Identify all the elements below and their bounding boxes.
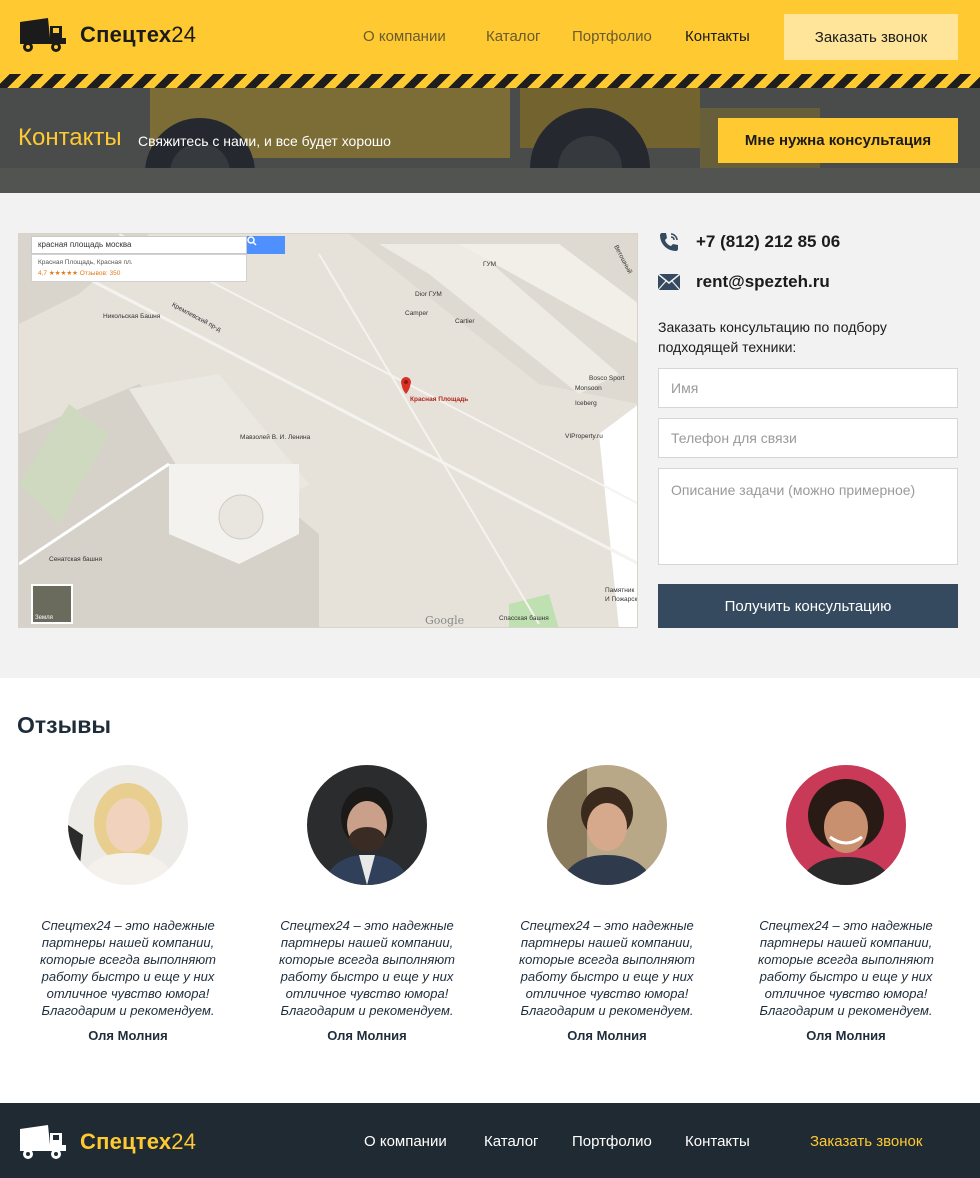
review-author: Оля Молния bbox=[806, 1028, 886, 1043]
map-label-nikolskaya: Никольская Башня bbox=[103, 313, 161, 320]
review-text: Спецтех24 – это надежные партнеры нашей … bbox=[758, 918, 934, 1018]
search-icon bbox=[247, 236, 257, 246]
hero-banner: Контакты Свяжитесь с нами, и все будет х… bbox=[0, 88, 980, 193]
map-label-minin: И Пожарск bbox=[605, 596, 638, 603]
page-title: Контакты bbox=[18, 124, 122, 151]
map-label-red-square: Красная Площадь bbox=[410, 396, 469, 403]
page-subtitle: Свяжитесь с нами, и все будет хорошо bbox=[138, 133, 391, 149]
dump-truck-icon bbox=[20, 18, 66, 52]
avatar bbox=[547, 765, 667, 885]
google-logo: Google bbox=[425, 614, 465, 627]
hazard-stripe bbox=[0, 74, 980, 88]
map-label-iceberg: Iceberg bbox=[575, 400, 597, 407]
need-consultation-button[interactable]: Мне нужна консультация bbox=[718, 118, 958, 163]
site-footer: Спецтех24 О компании Каталог Портфолио К… bbox=[0, 1103, 980, 1178]
map-label-bosco: Bosco Sport bbox=[589, 375, 625, 382]
email-row: rent@spezteh.ru bbox=[658, 272, 830, 292]
review-author: Оля Молния bbox=[567, 1028, 647, 1043]
task-description-input[interactable] bbox=[658, 468, 958, 565]
avatar bbox=[307, 765, 427, 885]
map-label-camper: Camper bbox=[405, 310, 429, 317]
map-search-input[interactable]: красная площадь москва bbox=[31, 236, 247, 254]
logo[interactable]: Спецтех24 bbox=[18, 16, 196, 54]
avatar bbox=[786, 765, 906, 885]
email-address[interactable]: rent@spezteh.ru bbox=[696, 272, 830, 292]
get-consultation-button[interactable]: Получить консультацию bbox=[658, 584, 958, 628]
name-input[interactable] bbox=[658, 368, 958, 408]
phone-input[interactable] bbox=[658, 418, 958, 458]
footer-brand-name: Спецтех24 bbox=[80, 1129, 197, 1154]
review-text: Спецтех24 – это надежные партнеры нашей … bbox=[279, 918, 455, 1018]
mail-icon bbox=[658, 274, 680, 290]
footer-logo[interactable]: Спецтех24 bbox=[18, 1123, 196, 1161]
order-call-button[interactable]: Заказать звонок bbox=[784, 14, 958, 60]
phone-number[interactable]: +7 (812) 212 85 06 bbox=[696, 232, 840, 252]
nav-about[interactable]: О компании bbox=[363, 28, 446, 45]
map-search-button[interactable] bbox=[247, 236, 285, 254]
site-header: Спецтех24 О компании Каталог Портфолио К… bbox=[0, 0, 980, 74]
footer-order-call-link[interactable]: Заказать звонок bbox=[810, 1133, 922, 1150]
map-satellite-toggle[interactable]: Земля bbox=[31, 584, 73, 624]
avatar bbox=[68, 765, 188, 885]
map-label-dior: Dior ГУМ bbox=[415, 291, 442, 298]
nav-portfolio[interactable]: Портфолио bbox=[572, 28, 652, 45]
phone-icon bbox=[660, 233, 678, 251]
review-card: Спецтех24 – это надежные партнеры нашей … bbox=[498, 765, 716, 1043]
phone-row: +7 (812) 212 85 06 bbox=[658, 231, 840, 253]
contact-section: красная площадь москва Красная Площадь, … bbox=[0, 193, 980, 678]
review-text: Спецтех24 – это надежные партнеры нашей … bbox=[40, 918, 216, 1018]
map-label-spasskaya: Спасская башня bbox=[499, 615, 549, 622]
review-author: Оля Молния bbox=[88, 1028, 168, 1043]
map-suggestion[interactable]: Красная Площадь, Красная пл. 4,7 ★★★★★ О… bbox=[31, 254, 247, 282]
map-label-cartier: Cartier bbox=[455, 318, 475, 325]
map-label-monsoon: Monsoon bbox=[575, 385, 602, 392]
form-intro: Заказать консультацию по подбору подходя… bbox=[658, 319, 887, 355]
reviews-title: Отзывы bbox=[17, 712, 112, 738]
map-canvas[interactable] bbox=[19, 234, 638, 628]
nav-contacts[interactable]: Контакты bbox=[685, 28, 750, 45]
review-card: Спецтех24 – это надежные партнеры нашей … bbox=[737, 765, 955, 1043]
footer-nav-catalog[interactable]: Каталог bbox=[484, 1133, 539, 1150]
review-author: Оля Молния bbox=[327, 1028, 407, 1043]
map-label-senatskaya: Сенатская башня bbox=[49, 556, 102, 563]
nav-catalog[interactable]: Каталог bbox=[486, 28, 541, 45]
footer-nav-contacts[interactable]: Контакты bbox=[685, 1133, 750, 1150]
brand-name: Спецтех24 bbox=[80, 22, 197, 47]
review-text: Спецтех24 – это надежные партнеры нашей … bbox=[519, 918, 695, 1018]
dump-truck-icon bbox=[20, 1125, 66, 1159]
map-label-monument: Памятник bbox=[605, 587, 635, 594]
review-card: Спецтех24 – это надежные партнеры нашей … bbox=[258, 765, 476, 1043]
footer-nav-about[interactable]: О компании bbox=[364, 1133, 447, 1150]
map-label-mausoleum: Мавзолей В. И. Ленина bbox=[240, 434, 311, 441]
map-label-gum: ГУМ bbox=[483, 261, 497, 268]
map[interactable]: красная площадь москва Красная Площадь, … bbox=[18, 233, 638, 628]
map-label-viproperty: VIProperty.ru bbox=[565, 433, 603, 440]
footer-nav-portfolio[interactable]: Портфолио bbox=[572, 1133, 652, 1150]
review-card: Спецтех24 – это надежные партнеры нашей … bbox=[19, 765, 237, 1043]
